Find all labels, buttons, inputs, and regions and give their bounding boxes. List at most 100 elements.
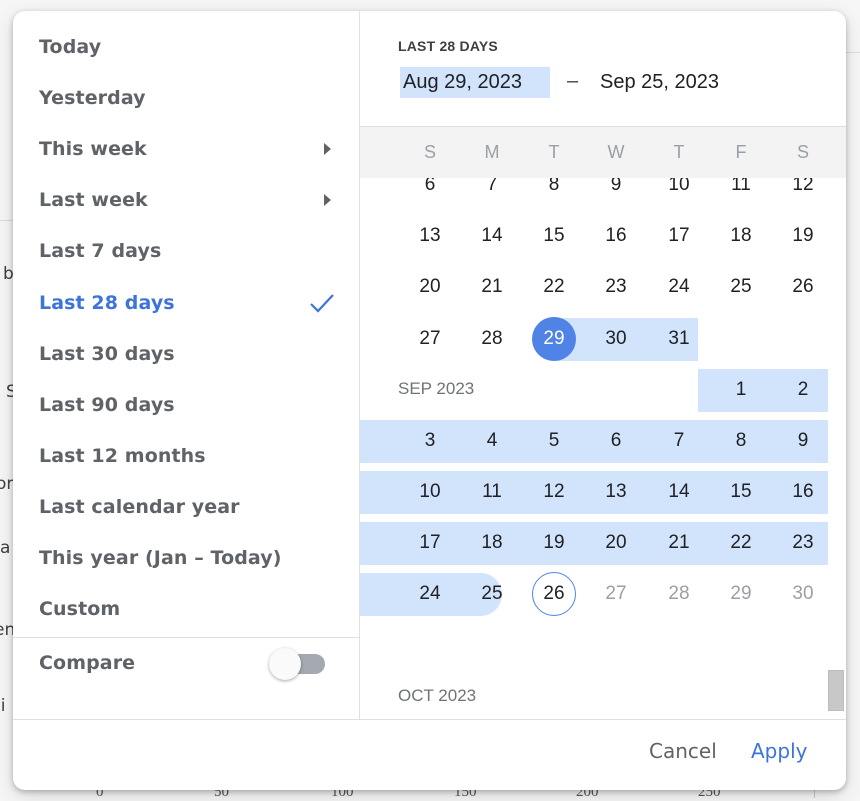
calendar-day[interactable]: 18 bbox=[470, 521, 514, 565]
calendar-day[interactable]: 22 bbox=[532, 265, 576, 309]
preset-label: Custom bbox=[39, 598, 121, 621]
weekday-label: F bbox=[735, 142, 747, 162]
calendar-day[interactable]: 23 bbox=[594, 265, 638, 309]
calendar-day[interactable]: 20 bbox=[594, 521, 638, 565]
calendar-day[interactable]: 9 bbox=[781, 419, 825, 463]
calendar-day[interactable]: 29 bbox=[532, 317, 576, 361]
calendar-day: 30 bbox=[792, 583, 814, 604]
calendar-day[interactable]: 22 bbox=[719, 521, 763, 565]
compare-label: Compare bbox=[39, 652, 136, 674]
preset-label: Last 28 days bbox=[39, 291, 175, 314]
preset-item[interactable]: Last 12 months bbox=[39, 436, 335, 476]
preset-label: Last 30 days bbox=[39, 342, 175, 365]
weekday-label: M bbox=[484, 142, 500, 162]
calendar-day[interactable]: 24 bbox=[657, 265, 701, 309]
submenu-arrow-icon bbox=[324, 194, 331, 207]
calendar-day[interactable]: 16 bbox=[594, 214, 638, 258]
calendar-day[interactable]: 7 bbox=[657, 419, 701, 463]
calendar-day[interactable]: 15 bbox=[719, 470, 763, 514]
calendar-day[interactable]: 23 bbox=[781, 521, 825, 565]
preset-item[interactable]: Custom bbox=[39, 589, 335, 629]
weekday-label: S bbox=[423, 142, 436, 162]
weekday-label: T bbox=[673, 142, 685, 162]
calendar-day[interactable]: 17 bbox=[657, 214, 701, 258]
calendar-day[interactable]: 31 bbox=[657, 317, 701, 361]
preset-label: Last 12 months bbox=[39, 444, 206, 467]
calendar-day[interactable]: 30 bbox=[594, 317, 638, 361]
calendar-day[interactable]: 18 bbox=[719, 214, 763, 258]
preset-label: Last 7 days bbox=[39, 240, 162, 263]
weekday-header: SMTWTFS bbox=[360, 127, 846, 178]
divider bbox=[13, 719, 846, 720]
preset-label: This week bbox=[39, 138, 147, 161]
calendar-day[interactable]: 3 bbox=[408, 419, 452, 463]
preset-label: Last calendar year bbox=[39, 495, 240, 518]
calendar-day[interactable]: 13 bbox=[594, 470, 638, 514]
month-label: SEP 2023 bbox=[398, 379, 475, 398]
background-divider bbox=[0, 220, 13, 221]
calendar-panel: LAST 28 DAYS Aug 29, 2023 – Sep 25, 2023… bbox=[360, 11, 846, 719]
calendar-day[interactable]: 25 bbox=[470, 572, 514, 616]
calendar-day[interactable]: 21 bbox=[470, 265, 514, 309]
divider bbox=[13, 637, 359, 638]
calendar-day[interactable]: 14 bbox=[470, 214, 514, 258]
preset-item[interactable]: Last 28 days bbox=[39, 283, 335, 323]
date-separator: – bbox=[567, 70, 579, 92]
preset-item[interactable]: Last week bbox=[39, 180, 335, 220]
preset-item[interactable]: This week bbox=[39, 129, 335, 169]
calendar-day[interactable]: 21 bbox=[657, 521, 701, 565]
preset-item[interactable]: Last 90 days bbox=[39, 385, 335, 425]
calendar-day[interactable]: 26 bbox=[532, 572, 576, 616]
calendar-day: 29 bbox=[730, 583, 752, 604]
preset-item[interactable]: Last calendar year bbox=[39, 487, 335, 527]
calendar-day[interactable]: 5 bbox=[532, 419, 576, 463]
date-range-dialog: Today Yesterday This week Last week Last 7 d… bbox=[13, 11, 846, 790]
range-label: LAST 28 DAYS bbox=[398, 38, 498, 54]
preset-item[interactable]: Today bbox=[39, 27, 335, 67]
preset-label: This year (Jan – Today) bbox=[39, 547, 282, 569]
calendar-day[interactable]: 25 bbox=[719, 265, 763, 309]
calendar-day[interactable]: 27 bbox=[408, 317, 452, 361]
calendar-day[interactable]: 24 bbox=[408, 572, 452, 616]
preset-item[interactable]: Last 7 days bbox=[39, 231, 335, 271]
calendar-day[interactable]: 16 bbox=[781, 470, 825, 514]
calendar-day[interactable]: 14 bbox=[657, 470, 701, 514]
preset-item[interactable]: Yesterday bbox=[39, 78, 335, 118]
calendar-grid: 6 7 8 9 10 11 12 13 14 15 16 17 18 19 20 21 22 23 24 25 26 27… bbox=[360, 127, 846, 719]
calendar-day[interactable]: 6 bbox=[594, 419, 638, 463]
background-text: or bbox=[0, 474, 14, 494]
start-date-input[interactable]: Aug 29, 2023 bbox=[400, 67, 550, 98]
calendar-day[interactable]: 1 bbox=[719, 368, 763, 412]
background-text: li bbox=[0, 696, 6, 716]
background-divider bbox=[846, 52, 860, 53]
preset-item[interactable]: This year (Jan – Today) bbox=[39, 538, 335, 578]
calendar-day[interactable]: 13 bbox=[408, 214, 452, 258]
preset-list: Today Yesterday This week Last week Last 7 d… bbox=[13, 11, 360, 719]
calendar-day[interactable]: 20 bbox=[408, 265, 452, 309]
calendar-day[interactable]: 19 bbox=[532, 521, 576, 565]
calendar-scroll-area[interactable]: SMTWTFS 6 7 8 9 10 11 12 13 14 15 16 17 18 19 20 21 22 23… bbox=[360, 127, 846, 719]
calendar-day[interactable]: 19 bbox=[781, 214, 825, 258]
checkmark-icon bbox=[309, 293, 335, 313]
calendar-day[interactable]: 28 bbox=[470, 317, 514, 361]
calendar-day[interactable]: 17 bbox=[408, 521, 452, 565]
calendar-day[interactable]: 4 bbox=[470, 419, 514, 463]
preset-label: Yesterday bbox=[39, 87, 146, 110]
calendar-day[interactable]: 10 bbox=[408, 470, 452, 514]
calendar-day[interactable]: 8 bbox=[719, 419, 763, 463]
compare-toggle[interactable] bbox=[269, 648, 327, 680]
preset-label: Last 90 days bbox=[39, 393, 175, 416]
preset-label: Today bbox=[39, 36, 102, 58]
calendar-day[interactable]: 2 bbox=[781, 368, 825, 412]
weekday-label: W bbox=[607, 142, 625, 162]
preset-item[interactable]: Last 30 days bbox=[39, 334, 335, 374]
apply-button[interactable]: Apply bbox=[751, 739, 807, 763]
calendar-day[interactable]: 12 bbox=[532, 470, 576, 514]
preset-label: Last week bbox=[39, 189, 148, 212]
calendar-day[interactable]: 26 bbox=[781, 265, 825, 309]
end-date-input[interactable]: Sep 25, 2023 bbox=[600, 67, 719, 98]
calendar-day[interactable]: 11 bbox=[470, 470, 514, 514]
scrollbar-thumb[interactable] bbox=[828, 670, 844, 711]
cancel-button[interactable]: Cancel bbox=[649, 739, 717, 763]
calendar-day[interactable]: 15 bbox=[532, 214, 576, 258]
